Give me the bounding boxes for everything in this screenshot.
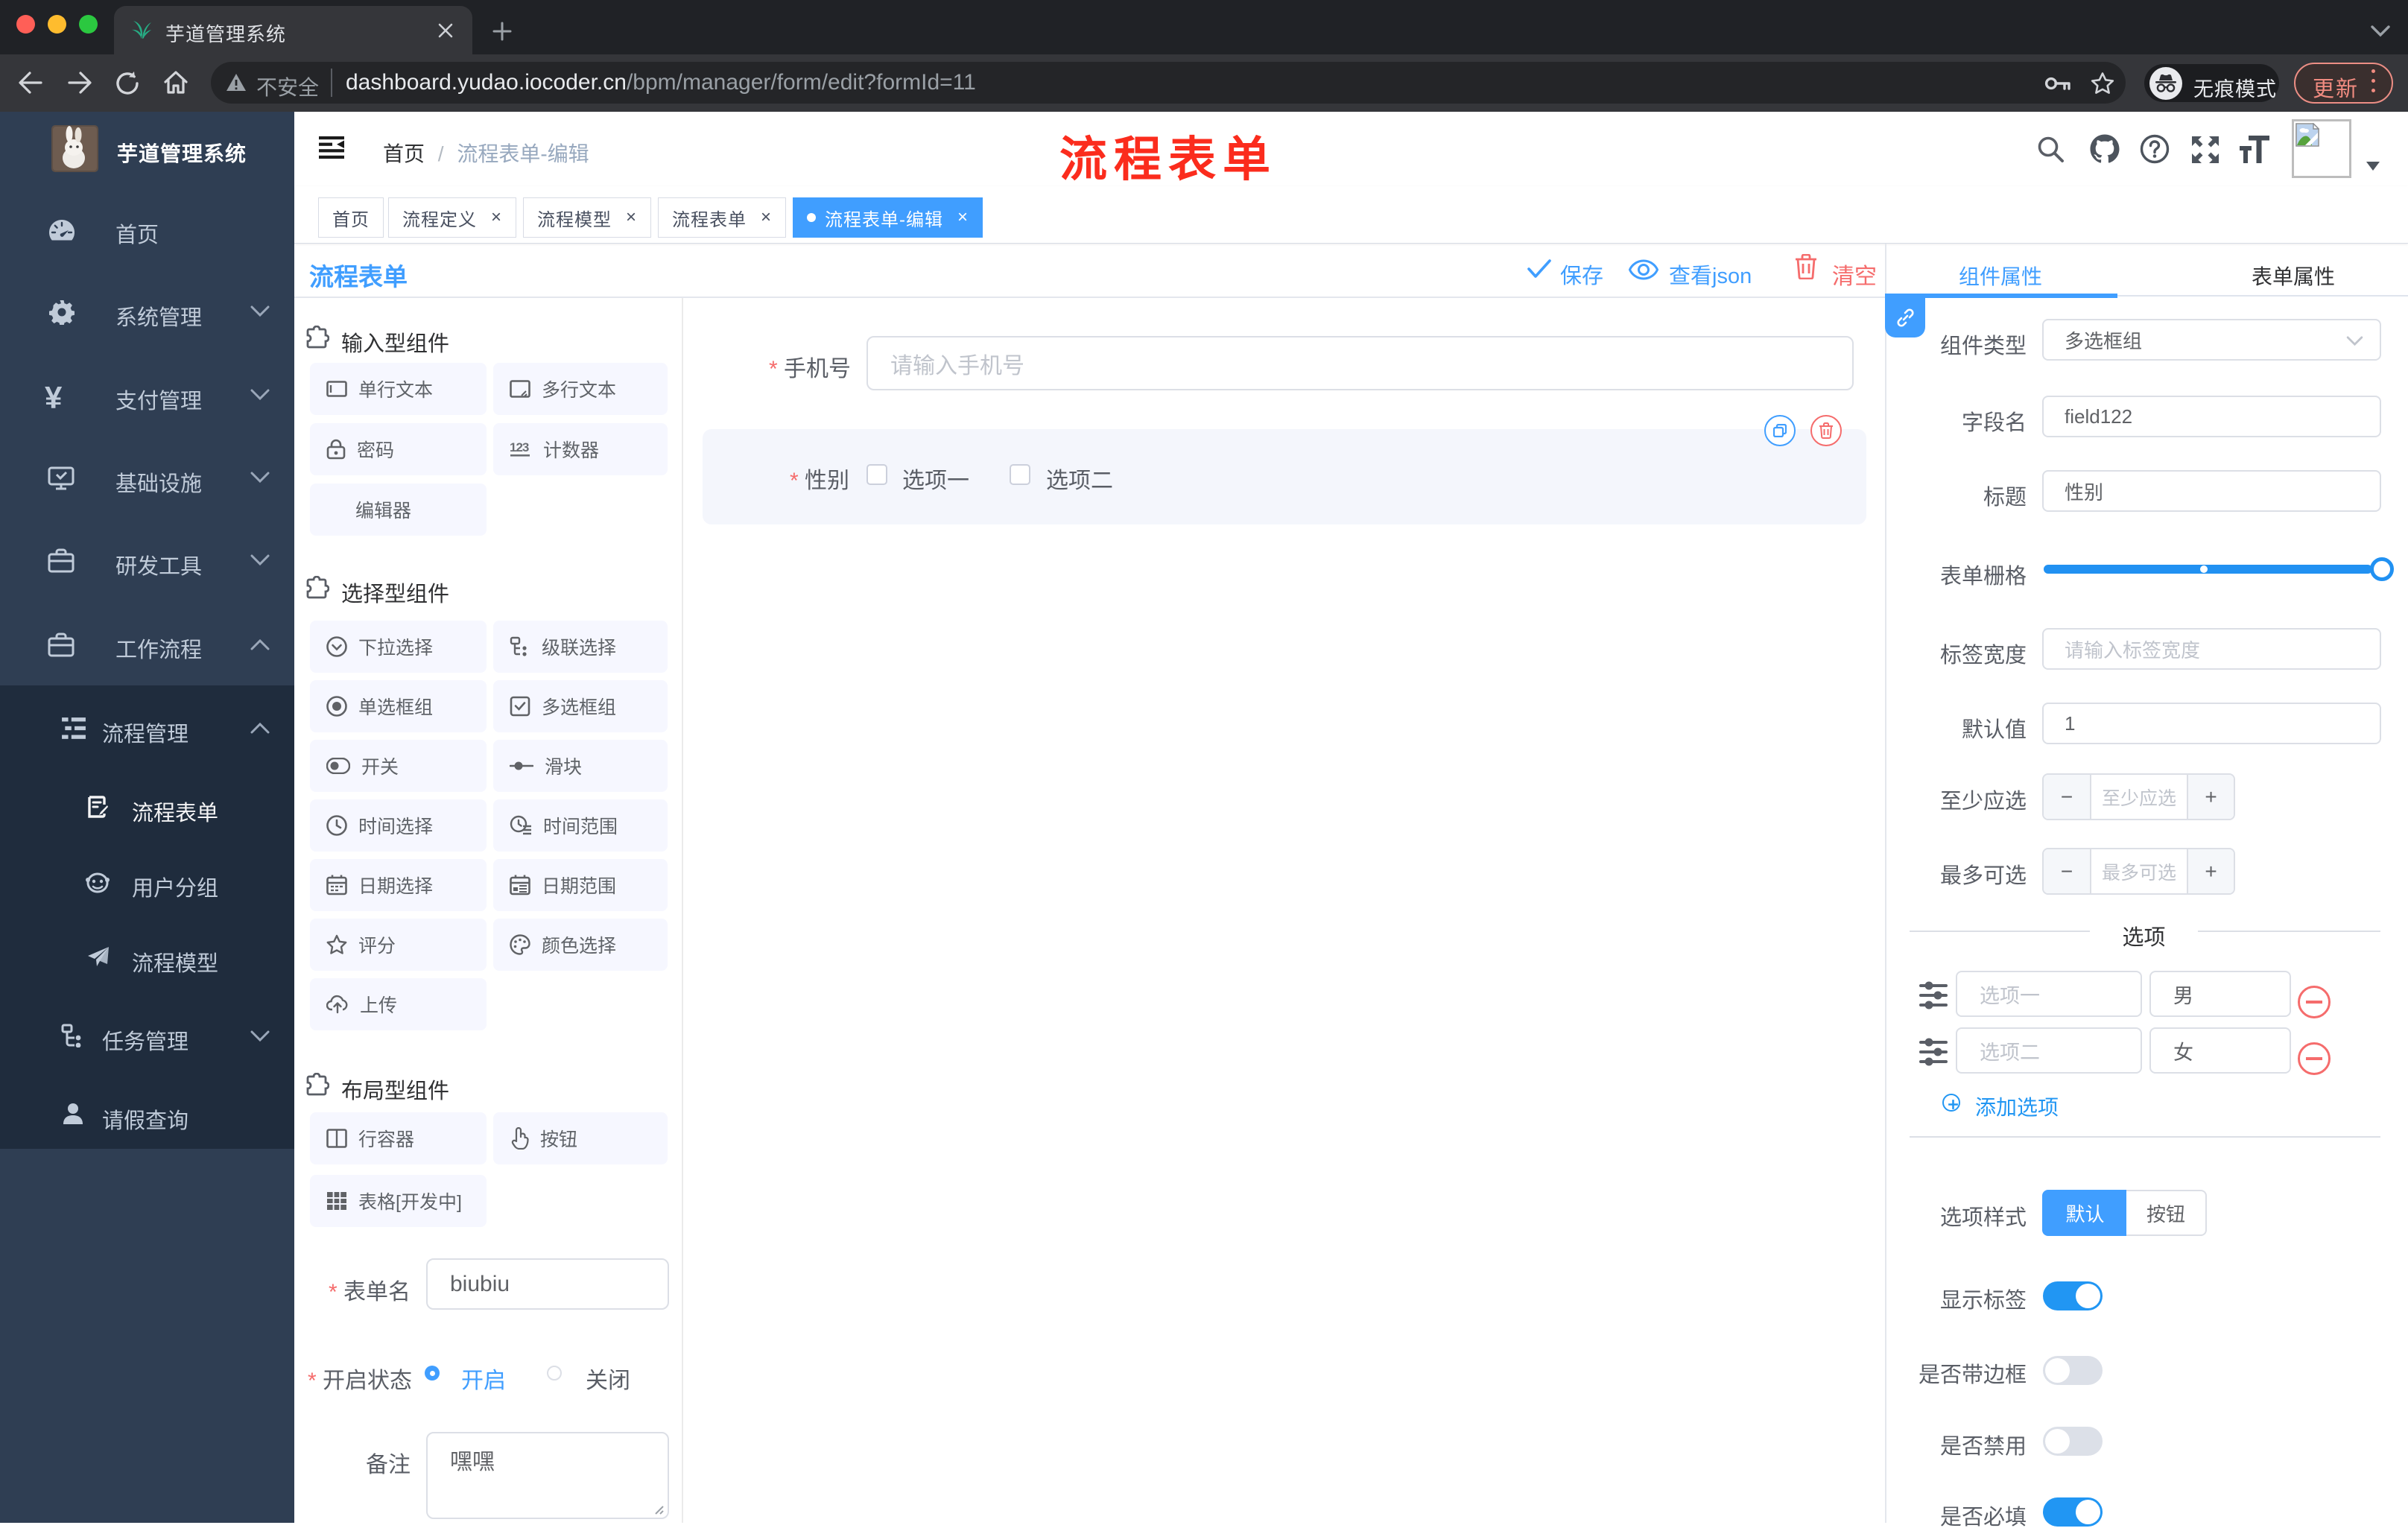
svg-text:123: 123 [510, 440, 529, 454]
